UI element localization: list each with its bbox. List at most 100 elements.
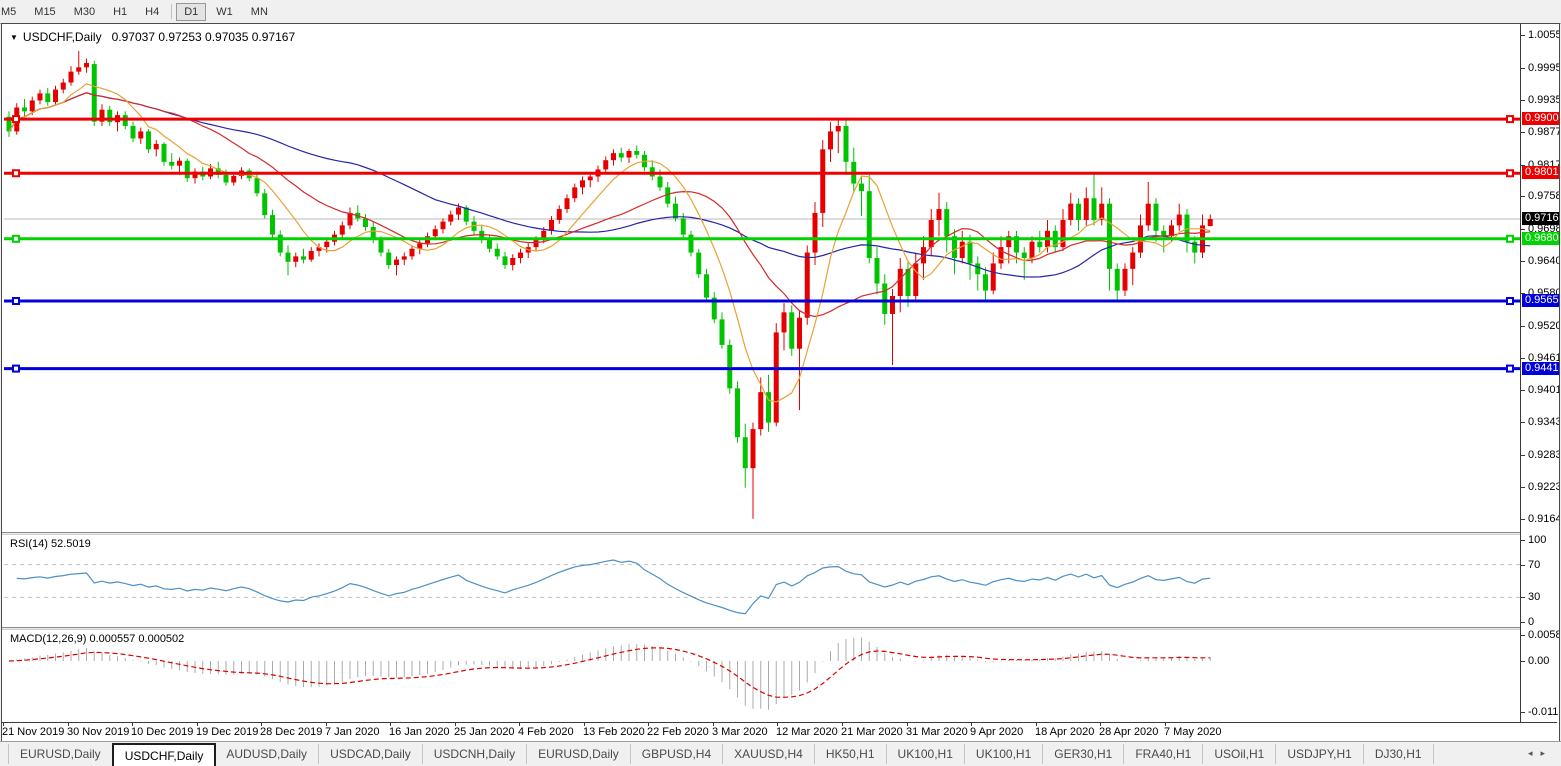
macd-pane[interactable] bbox=[4, 630, 1520, 722]
chart-tab-uk100-h1[interactable]: UK100,H1 bbox=[887, 744, 965, 764]
macd-tick-label: 0.00 bbox=[1528, 655, 1549, 667]
candle-body bbox=[658, 177, 663, 188]
macd-tick-mark bbox=[1521, 635, 1525, 636]
date-tick-label: 7 May 2020 bbox=[1164, 726, 1221, 738]
chart-tab-audusd-daily[interactable]: AUDUSD,Daily bbox=[215, 744, 319, 764]
line-handle[interactable] bbox=[13, 366, 19, 372]
price-tick-mark bbox=[1521, 100, 1525, 101]
chart-tab-ger30-h1[interactable]: GER30,H1 bbox=[1043, 744, 1124, 764]
candle-body bbox=[255, 178, 260, 193]
candle-body bbox=[565, 198, 570, 209]
candle-body bbox=[402, 256, 407, 259]
candle-body bbox=[448, 215, 453, 222]
date-tick-label: 3 Mar 2020 bbox=[712, 726, 768, 738]
date-tick-label: 18 Apr 2020 bbox=[1035, 726, 1094, 738]
main-chart-pane[interactable] bbox=[4, 25, 1520, 532]
rsi-tick-label: 70 bbox=[1528, 559, 1540, 571]
candle-body bbox=[348, 213, 353, 225]
price-tick-label: 0.92830 bbox=[1528, 449, 1559, 461]
timeframe-toolbar: M5M15M30H1H4 D1W1MN bbox=[0, 0, 1561, 24]
price-tick-mark bbox=[1521, 68, 1525, 69]
price-badge: 0.95658 bbox=[1522, 294, 1559, 307]
candle-body bbox=[503, 256, 508, 265]
price-tick-mark bbox=[1521, 229, 1525, 230]
timeframe-button-h4[interactable]: H4 bbox=[137, 3, 167, 21]
chart-tab-eurusd-daily[interactable]: EURUSD,Daily bbox=[527, 744, 631, 764]
tab-scroll-arrows[interactable]: ◂▸ bbox=[1528, 748, 1553, 759]
line-handle[interactable] bbox=[13, 236, 19, 242]
chart-tab-fra40-h1[interactable]: FRA40,H1 bbox=[1124, 744, 1203, 764]
line-handle[interactable] bbox=[13, 170, 19, 176]
candle-body bbox=[1208, 219, 1213, 226]
price-tick-label: 0.99355 bbox=[1528, 94, 1559, 106]
price-tick-label: 0.91645 bbox=[1528, 513, 1559, 525]
chart-tabs: EURUSD,DailyUSDCHF,DailyAUDUSD,DailyUSDC… bbox=[8, 742, 1434, 766]
candle-body bbox=[557, 209, 562, 220]
line-handle[interactable] bbox=[1507, 236, 1513, 242]
timeframe-button-w1[interactable]: W1 bbox=[208, 3, 241, 21]
chart-tab-xauusd-h4[interactable]: XAUUSD,H4 bbox=[723, 744, 815, 764]
chart-dropdown-arrow-icon[interactable]: ▼ bbox=[10, 33, 18, 42]
chart-tab-hk50-h1[interactable]: HK50,H1 bbox=[815, 744, 887, 764]
date-tick-label: 28 Dec 2019 bbox=[260, 726, 322, 738]
candle-body bbox=[1030, 242, 1035, 258]
price-tick-label: 0.96400 bbox=[1528, 255, 1559, 267]
candle-body bbox=[1115, 269, 1120, 291]
chart-tab-usoil-h1[interactable]: USOil,H1 bbox=[1203, 744, 1276, 764]
price-tick-mark bbox=[1521, 132, 1525, 133]
timeframe-button-m15[interactable]: M15 bbox=[26, 3, 63, 21]
candle-body bbox=[1130, 253, 1135, 269]
date-tick-label: 13 Feb 2020 bbox=[583, 726, 645, 738]
line-handle[interactable] bbox=[1507, 116, 1513, 122]
date-axis[interactable]: 21 Nov 201930 Nov 201910 Dec 201919 Dec … bbox=[2, 722, 1557, 742]
price-tick-mark bbox=[1521, 422, 1525, 423]
candle-body bbox=[789, 312, 794, 348]
chart-tab-gbpusd-h4[interactable]: GBPUSD,H4 bbox=[631, 744, 723, 764]
candle-body bbox=[1146, 204, 1151, 226]
price-axis[interactable]: 1.005550.999550.993550.987700.981700.975… bbox=[1520, 24, 1559, 722]
scroll-left-icon[interactable]: ◂ bbox=[1528, 748, 1541, 758]
timeframe-button-m5[interactable]: M5 bbox=[0, 3, 24, 21]
line-handle[interactable] bbox=[1507, 298, 1513, 304]
candle-body bbox=[1084, 198, 1089, 220]
date-tick-label: 19 Dec 2019 bbox=[196, 726, 258, 738]
candle-body bbox=[603, 160, 608, 169]
macd-indicator-label: MACD(12,26,9) 0.000557 0.000502 bbox=[10, 633, 184, 645]
line-handle[interactable] bbox=[1507, 170, 1513, 176]
chart-tab-usdchf-daily[interactable]: USDCHF,Daily bbox=[112, 743, 217, 766]
price-tick-label: 0.97585 bbox=[1528, 190, 1559, 202]
chart-tab-eurusd-daily[interactable]: EURUSD,Daily bbox=[8, 744, 113, 764]
timeframe-button-mn[interactable]: MN bbox=[243, 3, 276, 21]
chart-tab-usdcad-daily[interactable]: USDCAD,Daily bbox=[319, 744, 423, 764]
candle-body bbox=[301, 256, 306, 259]
chart-title: ▼USDCHF,Daily0.97037 0.97253 0.97035 0.9… bbox=[10, 30, 295, 44]
date-tick-label: 31 Mar 2020 bbox=[906, 726, 968, 738]
candle-body bbox=[580, 180, 585, 187]
rsi-tick-mark bbox=[1521, 565, 1525, 566]
rsi-pane[interactable] bbox=[4, 535, 1520, 627]
price-tick-mark bbox=[1521, 487, 1525, 488]
timeframe-button-d1[interactable]: D1 bbox=[176, 3, 206, 21]
candle-body bbox=[169, 162, 174, 166]
chart-tab-uk100-h1[interactable]: UK100,H1 bbox=[965, 744, 1043, 764]
price-tick-label: 0.98770 bbox=[1528, 126, 1559, 138]
timeframe-button-h1[interactable]: H1 bbox=[105, 3, 135, 21]
candle-body bbox=[92, 64, 97, 122]
chart-tab-usdcnh-daily[interactable]: USDCNH,Daily bbox=[423, 744, 527, 764]
chart-window: ▼USDCHF,Daily0.97037 0.97253 0.97035 0.9… bbox=[1, 23, 1560, 743]
macd-tick-label: 0.005818 bbox=[1528, 629, 1559, 641]
scroll-right-icon[interactable]: ▸ bbox=[1540, 748, 1553, 758]
price-badge: 0.96803 bbox=[1522, 232, 1559, 245]
candle-body bbox=[572, 187, 577, 198]
candle-body bbox=[968, 242, 973, 264]
line-handle[interactable] bbox=[1507, 366, 1513, 372]
mt4-terminal: { "toolbar": { "timeframes": [ {"label":… bbox=[0, 0, 1561, 766]
line-handle[interactable] bbox=[13, 116, 19, 122]
line-handle[interactable] bbox=[13, 298, 19, 304]
chart-tab-usdjpy-h1[interactable]: USDJPY,H1 bbox=[1276, 744, 1363, 764]
candle-body bbox=[937, 209, 942, 220]
candle-body bbox=[293, 256, 298, 261]
candle-body bbox=[549, 220, 554, 231]
timeframe-button-m30[interactable]: M30 bbox=[66, 3, 103, 21]
chart-tab-dj30-h1[interactable]: DJ30,H1 bbox=[1364, 744, 1434, 764]
